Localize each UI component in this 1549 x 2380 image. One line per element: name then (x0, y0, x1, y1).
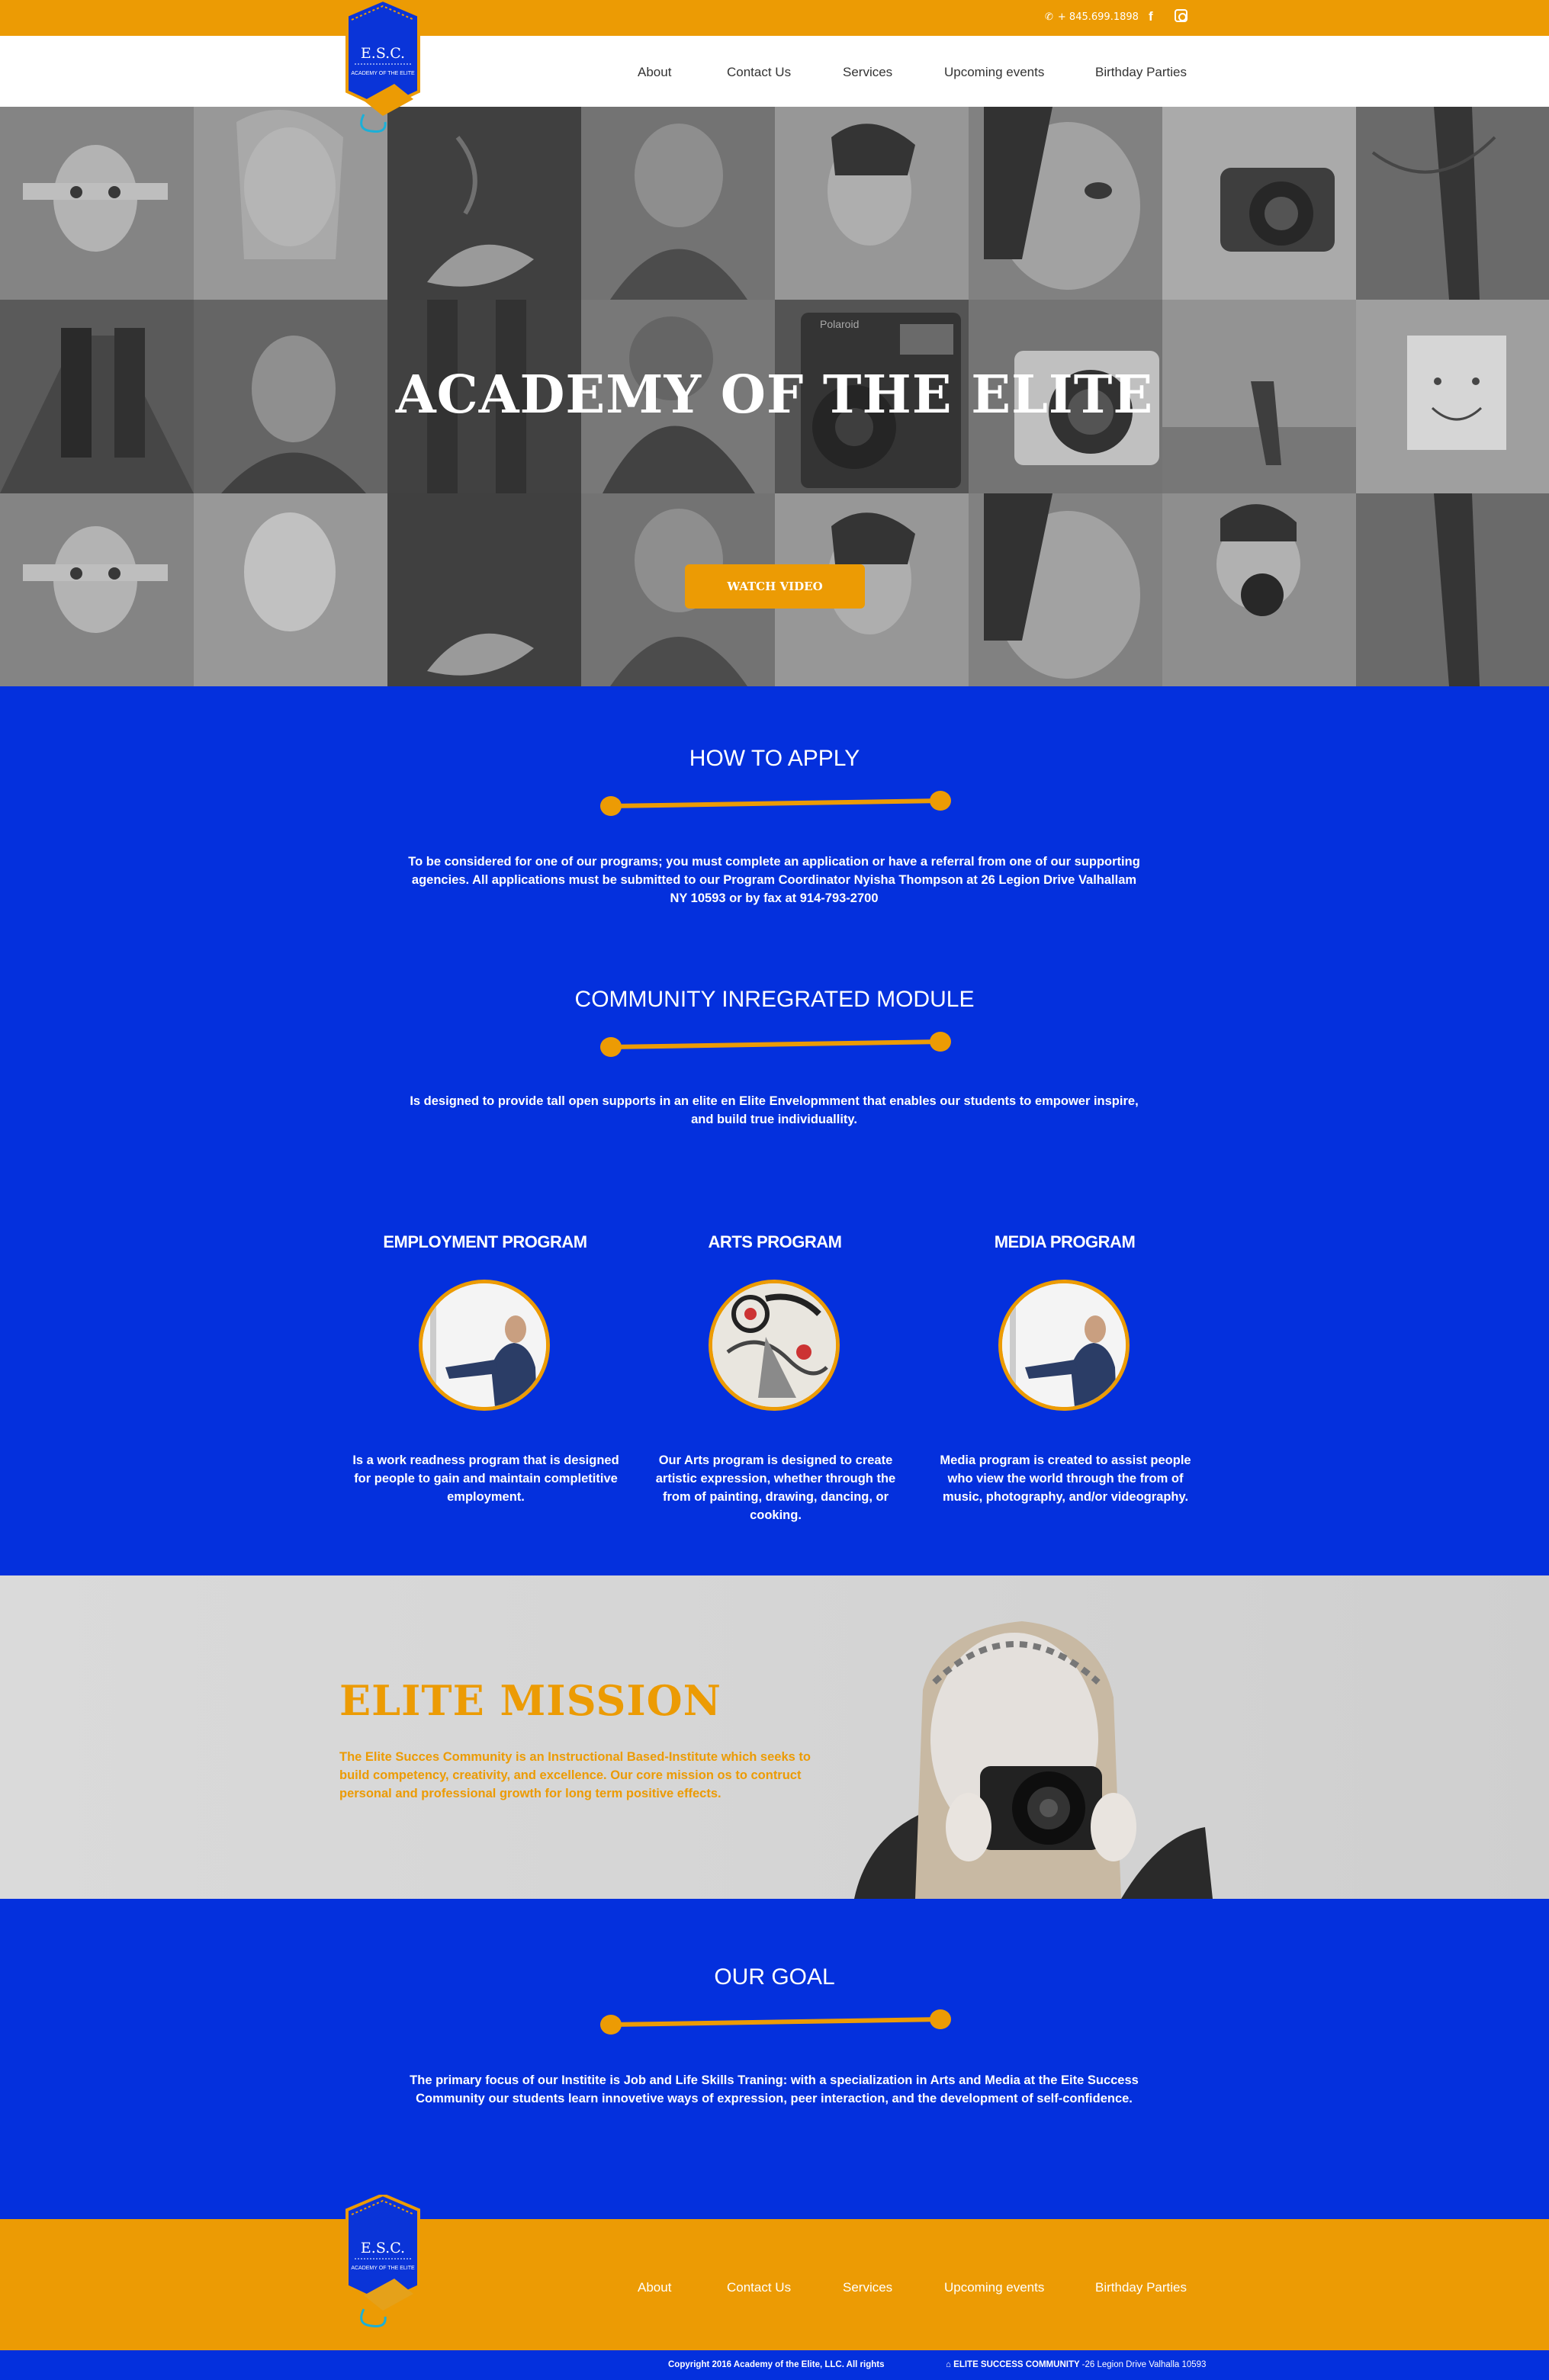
top-bar: ✆ + 845.699.1898 f (0, 0, 1549, 36)
arts-program-image[interactable] (709, 1280, 840, 1411)
bottom-bar: Copyright 2016 Academy of the Elite, LLC… (0, 2350, 1549, 2380)
phone-number: + 845.699.1898 (1057, 11, 1139, 23)
footer-address-text: -26 Legion Drive Valhalla 10593 (1081, 2360, 1207, 2369)
goal-text: The primary focus of our Institite is Jo… (410, 2073, 1139, 2105)
nav-birthday-parties[interactable]: Birthday Parties (1095, 65, 1187, 80)
goal-divider (600, 2009, 951, 2035)
logo-initials: E.S.C. (361, 45, 405, 62)
phone-contact[interactable]: ✆ + 845.699.1898 (1045, 11, 1139, 23)
arts-program-title: ARTS PROGRAM (708, 1232, 842, 1251)
module-divider (600, 1032, 951, 1057)
main-nav: About Contact Us Services Upcoming event… (0, 36, 1549, 107)
footer-nav-birthday-parties[interactable]: Birthday Parties (1095, 2280, 1187, 2295)
media-program-text: Media program is created to assist peopl… (940, 1453, 1191, 1504)
hero-title: ACADEMY OF THE ELITE (395, 365, 1154, 426)
how-to-apply-text: To be considered for one of our programs… (408, 855, 1140, 905)
logo-subtitle: ACADEMY OF THE ELITE (351, 71, 415, 76)
site-logo[interactable]: E.S.C. ACADEMY OF THE ELITE (341, 0, 425, 153)
facebook-icon[interactable]: f (1149, 9, 1153, 24)
watch-video-button[interactable]: WATCH VIDEO (685, 564, 865, 609)
footer-nav-contact-us[interactable]: Contact Us (727, 2280, 791, 2295)
hero-section: Polaroid ACADEMY OF THE ELITE WATCH VIDE… (0, 107, 1549, 686)
goal-title: OUR GOAL (714, 1964, 835, 1990)
how-to-apply-title: HOW TO APPLY (689, 746, 860, 771)
media-program-image[interactable] (998, 1280, 1130, 1411)
phone-icon: ✆ (1045, 11, 1053, 23)
arts-program-text: Our Arts program is designed to create a… (655, 1453, 896, 1522)
instagram-icon[interactable] (1175, 9, 1187, 22)
apply-divider (600, 791, 951, 816)
footer-logo-subtitle: ACADEMY OF THE ELITE (351, 2266, 415, 2271)
footer: About Contact Us Services Upcoming event… (0, 2219, 1549, 2350)
mission-title: ELITE MISSION (339, 1676, 722, 1725)
footer-nav-services[interactable]: Services (843, 2280, 892, 2295)
employment-program-title: EMPLOYMENT PROGRAM (383, 1232, 587, 1251)
nav-contact-us[interactable]: Contact Us (727, 65, 791, 80)
nav-services[interactable]: Services (843, 65, 892, 80)
nav-upcoming-events[interactable]: Upcoming events (944, 65, 1044, 80)
media-program-title: MEDIA PROGRAM (994, 1232, 1136, 1251)
mission-section: ELITE MISSION The Elite Succes Community… (0, 1575, 1549, 1899)
footer-nav-about[interactable]: About (638, 2280, 671, 2295)
employment-program-image[interactable] (419, 1280, 550, 1411)
footer-nav-upcoming-events[interactable]: Upcoming events (944, 2280, 1044, 2295)
employment-program-text: Is a work readness program that is desig… (352, 1453, 619, 1504)
footer-address: ⌂ ELITE SUCCESS COMMUNITY -26 Legion Dri… (946, 2360, 1206, 2369)
goal-section: OUR GOAL The primary focus of our Instit… (0, 1899, 1549, 2219)
mission-text: The Elite Succes Community is an Instruc… (339, 1750, 811, 1800)
home-icon: ⌂ (946, 2360, 954, 2369)
footer-logo[interactable]: E.S.C. ACADEMY OF THE ELITE (341, 2195, 425, 2347)
footer-address-name: ELITE SUCCESS COMMUNITY (953, 2360, 1080, 2369)
community-module-text: Is designed to provide tall open support… (410, 1094, 1139, 1126)
mission-photo (854, 1621, 1213, 1899)
community-module-title: COMMUNITY INREGRATED MODULE (574, 987, 975, 1012)
footer-logo-initials: E.S.C. (361, 2240, 405, 2256)
nav-about[interactable]: About (638, 65, 671, 80)
programs-section: HOW TO APPLY To be considered for one of… (0, 686, 1549, 1575)
copyright-text: Copyright 2016 Academy of the Elite, LLC… (668, 2360, 885, 2369)
